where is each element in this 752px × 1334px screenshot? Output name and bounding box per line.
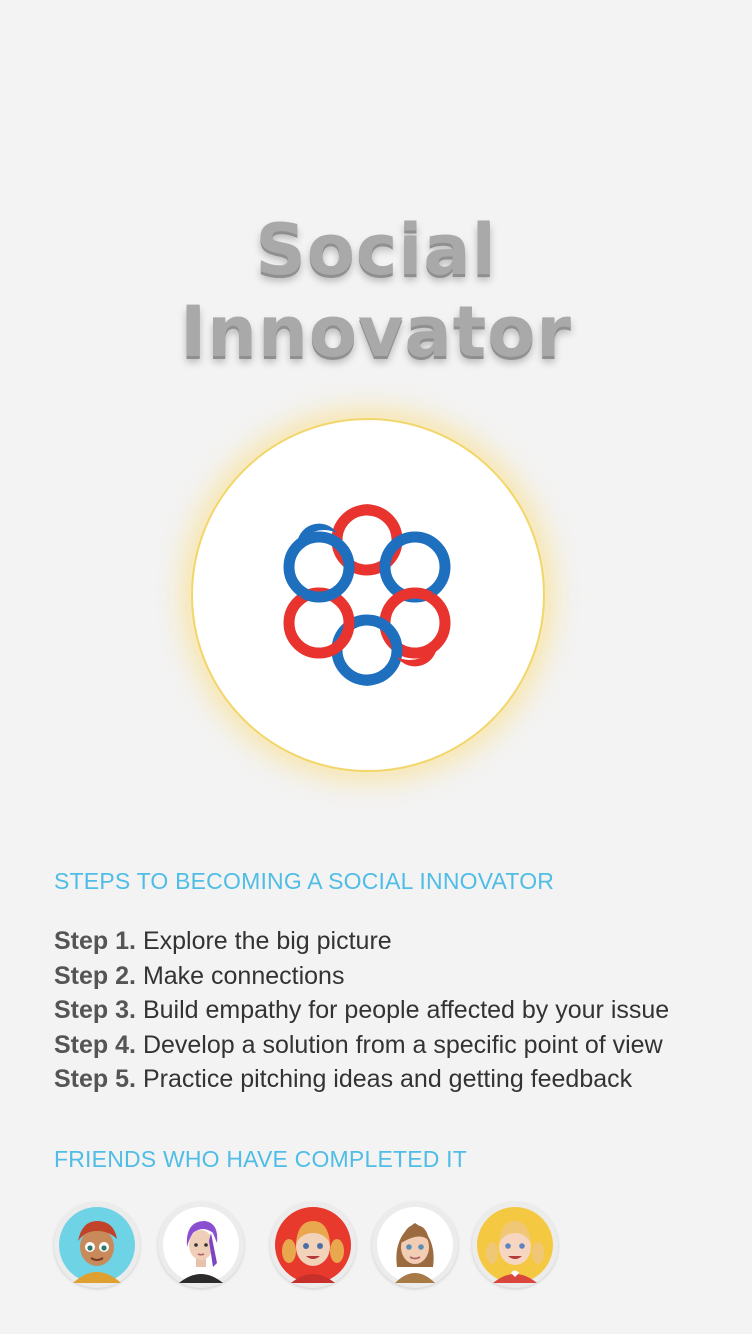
girl-blonde-yellow-bg-avatar-icon xyxy=(477,1207,553,1283)
interlocking-rings-logo-icon xyxy=(283,504,451,686)
step-number: Step 5. xyxy=(54,1065,136,1093)
girl-brown-hair-avatar-icon xyxy=(377,1207,453,1283)
step-text: Develop a solution from a specific point… xyxy=(142,1030,663,1059)
step-item: Step 4. Develop a solution from a specif… xyxy=(54,1028,744,1063)
girl-purple-hair-avatar-icon xyxy=(163,1207,239,1283)
step-item: Step 5. Practice pitching ideas and gett… xyxy=(54,1062,744,1097)
friend-avatar[interactable] xyxy=(270,1202,356,1288)
step-item: Step 3. Build empathy for people affecte… xyxy=(54,993,744,1028)
page-title-line-2: Innovator xyxy=(180,290,572,373)
steps-list: Step 1. Explore the big picture Step 2. … xyxy=(54,924,744,1097)
page-title-line-1: Social xyxy=(255,208,497,291)
step-text: Make connections xyxy=(142,961,345,990)
step-number: Step 2. xyxy=(54,961,136,990)
friend-avatar[interactable] xyxy=(158,1202,244,1288)
step-text: Explore the big picture xyxy=(142,927,392,955)
step-item: Step 1. Explore the big picture xyxy=(54,924,744,959)
steps-heading: STEPS TO BECOMING A SOCIAL INNOVATOR xyxy=(54,868,555,894)
page-title: Social Innovator xyxy=(0,209,752,373)
friend-avatar[interactable] xyxy=(54,1202,140,1288)
friend-avatar[interactable] xyxy=(372,1202,458,1288)
step-number: Step 3. xyxy=(54,996,136,1024)
step-number: Step 1. xyxy=(54,927,136,955)
friends-heading: FRIENDS WHO HAVE COMPLETED IT xyxy=(54,1146,468,1172)
boy-red-hair-avatar-icon xyxy=(59,1207,135,1283)
step-item: Step 2. Make connections xyxy=(54,959,744,994)
girl-pigtails-red-bg-avatar-icon xyxy=(275,1207,351,1283)
friend-avatar[interactable] xyxy=(472,1202,558,1288)
step-number: Step 4. xyxy=(54,1030,136,1059)
step-text: Build empathy for people affected by you… xyxy=(142,996,670,1024)
step-text: Practice pitching ideas and getting feed… xyxy=(142,1065,633,1093)
friends-avatars xyxy=(54,1202,574,1288)
